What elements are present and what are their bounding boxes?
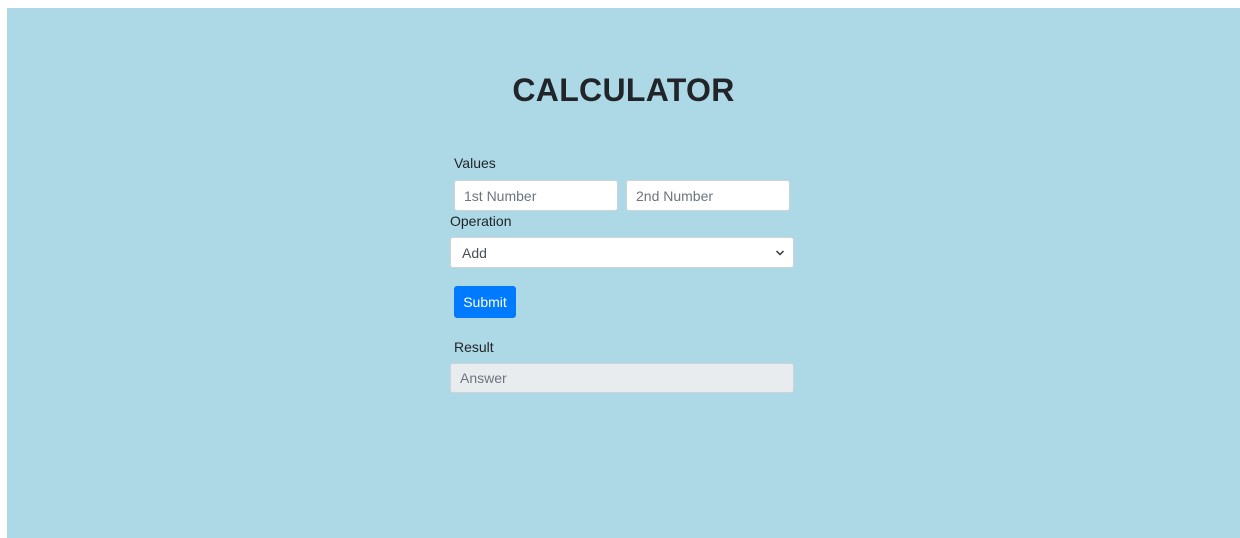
- page-background: CALCULATOR Values Operation Add Submit R…: [7, 8, 1240, 538]
- operation-selected-value: Add: [462, 245, 487, 261]
- chevron-down-icon: [775, 250, 785, 256]
- operation-select[interactable]: Add: [450, 237, 794, 268]
- operation-label: Operation: [450, 213, 512, 229]
- page-title: CALCULATOR: [512, 72, 735, 108]
- values-label: Values: [454, 155, 496, 171]
- second-number-input[interactable]: [626, 180, 790, 211]
- result-label: Result: [454, 339, 494, 355]
- submit-button[interactable]: Submit: [454, 286, 516, 318]
- first-number-input[interactable]: [454, 180, 618, 211]
- result-field: [450, 363, 794, 393]
